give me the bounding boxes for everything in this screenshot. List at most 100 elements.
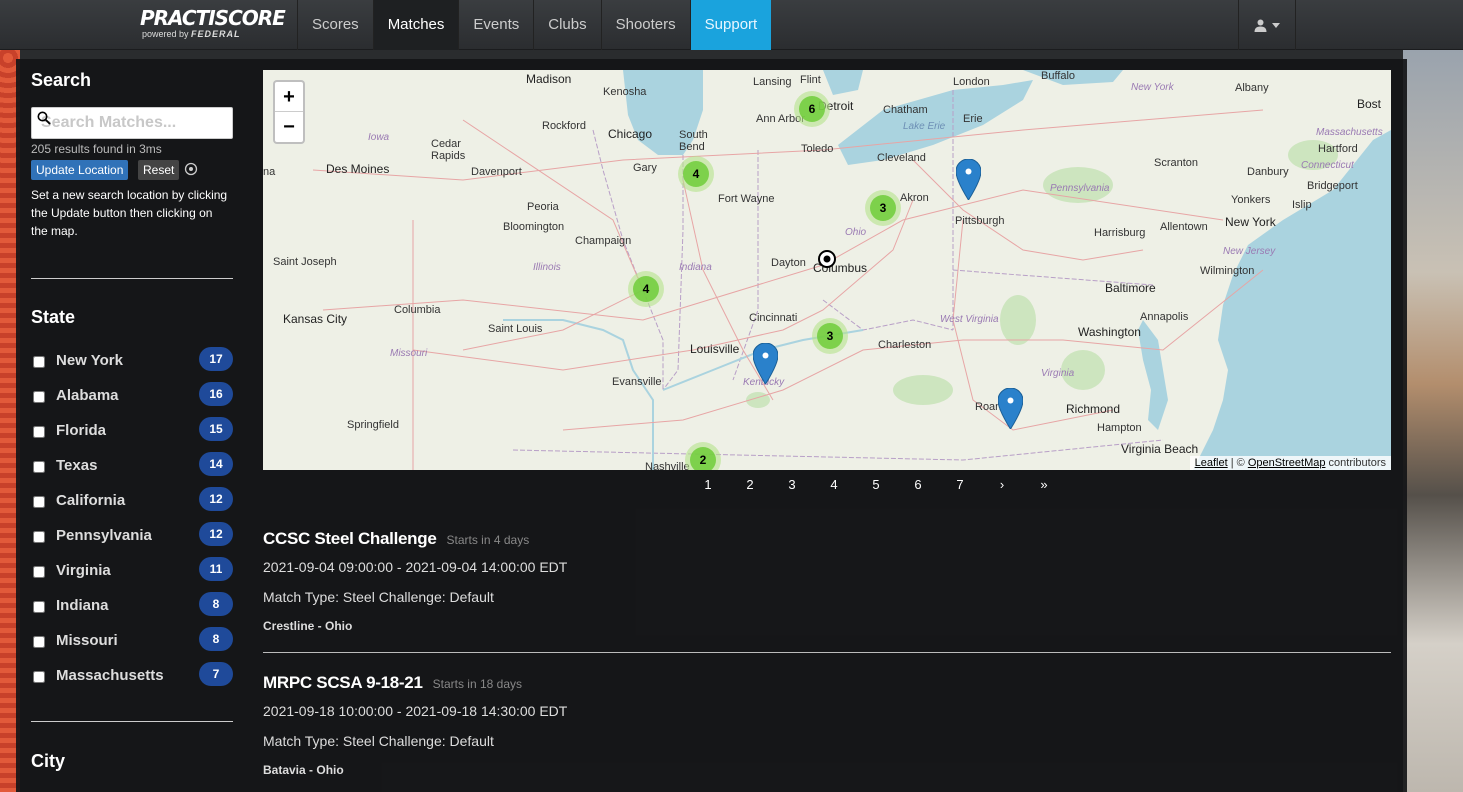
- map-label: Toledo: [801, 143, 834, 155]
- nav-matches[interactable]: Matches: [372, 0, 459, 50]
- state-name: Florida: [56, 422, 107, 439]
- state-checkbox[interactable]: [33, 426, 45, 438]
- state-name: Missouri: [56, 632, 118, 649]
- locate-icon[interactable]: [184, 162, 198, 176]
- map-label: Davenport: [471, 166, 522, 178]
- map-label: Des Moines: [326, 162, 390, 176]
- search-input[interactable]: [32, 108, 232, 138]
- map-attribution: Leaflet | © OpenStreetMap contributors: [1189, 456, 1391, 470]
- last-page-link[interactable]: »: [1023, 477, 1065, 492]
- user-menu-dropdown[interactable]: [1238, 0, 1296, 50]
- map-label: Bridgeport: [1307, 180, 1358, 192]
- state-name: Virginia: [56, 562, 111, 579]
- map-label: na: [263, 166, 276, 178]
- map-label: West Virginia: [940, 314, 999, 325]
- nav-shooters[interactable]: Shooters: [600, 0, 690, 50]
- count-badge: 16: [199, 382, 233, 406]
- leaflet-link[interactable]: Leaflet: [1195, 457, 1228, 469]
- map-label: South Bend: [679, 129, 708, 153]
- page-link[interactable]: 6: [897, 477, 939, 492]
- map-label: Harrisburg: [1094, 227, 1146, 239]
- state-checkbox[interactable]: [33, 496, 45, 508]
- state-name: Indiana: [56, 597, 109, 614]
- reset-button[interactable]: Reset: [138, 160, 180, 180]
- count-badge: 12: [199, 522, 233, 546]
- map-label: Iowa: [368, 132, 390, 143]
- page-link[interactable]: 1: [687, 477, 729, 492]
- state-checkbox[interactable]: [33, 356, 45, 368]
- state-name: Massachusetts: [56, 667, 164, 684]
- map-cluster[interactable]: 3: [812, 318, 848, 354]
- page-link[interactable]: 4: [813, 477, 855, 492]
- divider: [31, 721, 233, 722]
- map-label: Madison: [526, 72, 572, 86]
- nav-scores[interactable]: Scores: [297, 0, 373, 50]
- main-panel: Madison Kenosha Lansing Flint Buffalo Al…: [247, 59, 1407, 792]
- state-checkbox[interactable]: [33, 601, 45, 613]
- nav-support[interactable]: Support: [689, 0, 772, 50]
- zoom-in-button[interactable]: +: [275, 82, 303, 112]
- map-label: Chicago: [608, 127, 653, 141]
- next-page-link[interactable]: ›: [981, 477, 1023, 492]
- count-badge: 14: [199, 452, 233, 476]
- map-cluster[interactable]: 6: [794, 91, 830, 127]
- match-title[interactable]: MRPC SCSA 9-18-21: [263, 673, 423, 692]
- page-link[interactable]: 5: [855, 477, 897, 492]
- pagination: 1 2 3 4 5 6 7 › »: [687, 477, 1065, 492]
- state-checkbox[interactable]: [33, 531, 45, 543]
- map-cluster[interactable]: 3: [865, 190, 901, 226]
- nav-clubs[interactable]: Clubs: [533, 0, 600, 50]
- match-starts: Starts in 4 days: [446, 533, 530, 547]
- state-filter-item: Texas 14: [31, 451, 233, 486]
- state-checkbox[interactable]: [33, 391, 45, 403]
- map-label: Akron: [900, 192, 929, 204]
- match-type: Match Type: Steel Challenge: Default: [263, 589, 494, 605]
- map-label: New Jersey: [1223, 246, 1276, 257]
- map-label: London: [953, 76, 990, 88]
- state-name: Alabama: [56, 387, 119, 404]
- count-badge: 17: [199, 347, 233, 371]
- map-label: Virginia: [1041, 368, 1075, 379]
- map-marker-icon[interactable]: [753, 343, 778, 384]
- map-label: New York: [1225, 215, 1276, 229]
- map-label: Islip: [1292, 199, 1312, 211]
- state-name: New York: [56, 352, 123, 369]
- results-count: 205 results found in 3ms: [31, 142, 162, 156]
- match-title[interactable]: CCSC Steel Challenge: [263, 529, 437, 548]
- openstreetmap-link[interactable]: OpenStreetMap: [1248, 457, 1326, 469]
- page-link[interactable]: 2: [729, 477, 771, 492]
- state-filter-item: Pennsylvania 12: [31, 521, 233, 556]
- map-label: Peoria: [527, 201, 559, 213]
- map-marker-icon[interactable]: [956, 159, 981, 200]
- state-checkbox[interactable]: [33, 566, 45, 578]
- map-label: Indiana: [679, 262, 712, 273]
- map-label: Bost: [1357, 97, 1382, 111]
- update-location-button[interactable]: Update Location: [31, 160, 129, 180]
- map-label: Columbia: [394, 304, 441, 316]
- map-cluster[interactable]: 4: [628, 271, 664, 307]
- state-filter-item: Missouri 8: [31, 626, 233, 661]
- map-label: Flint: [800, 74, 821, 86]
- map-cluster[interactable]: 4: [678, 156, 714, 192]
- map-label: Connecticut: [1301, 160, 1354, 171]
- brand-name: PRACTISCORE: [140, 6, 286, 30]
- map-cluster[interactable]: 2: [685, 442, 721, 470]
- state-filter-item: Massachusetts 7: [31, 661, 233, 696]
- match-dates: 2021-09-04 09:00:00 - 2021-09-04 14:00:0…: [263, 559, 568, 575]
- map-label: Illinois: [533, 262, 561, 273]
- match-map[interactable]: Madison Kenosha Lansing Flint Buffalo Al…: [263, 70, 1391, 470]
- nav-events[interactable]: Events: [458, 0, 533, 50]
- map-label: Albany: [1235, 82, 1269, 94]
- current-location-icon: [818, 250, 836, 268]
- page-link[interactable]: 7: [939, 477, 981, 492]
- state-checkbox[interactable]: [33, 671, 45, 683]
- page-link[interactable]: 3: [771, 477, 813, 492]
- zoom-out-button[interactable]: −: [275, 112, 303, 142]
- map-marker-icon[interactable]: [998, 388, 1023, 429]
- map-label: Pennsylvania: [1050, 183, 1110, 194]
- state-name: Pennsylvania: [56, 527, 152, 544]
- state-checkbox[interactable]: [33, 636, 45, 648]
- location-help-text: Set a new search location by clicking th…: [31, 188, 228, 238]
- brand-logo[interactable]: PRACTISCORE powered by FEDERAL: [140, 8, 290, 44]
- state-checkbox[interactable]: [33, 461, 45, 473]
